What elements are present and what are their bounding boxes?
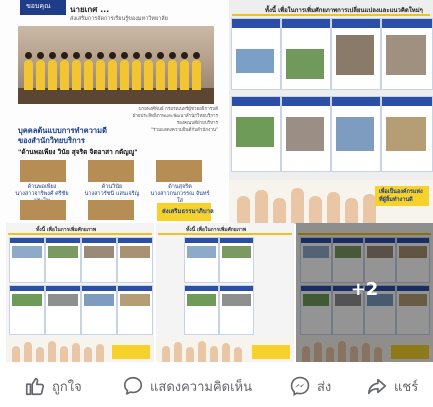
share-icon	[367, 378, 387, 395]
comment-label: แสดงความคิดเห็น	[150, 379, 253, 395]
award-caption-right: ด้านสุจริต นางสาวกนกวรรณ จันทร์ใส	[150, 184, 210, 204]
header-divider	[8, 233, 152, 235]
share-label: แชร์	[394, 379, 419, 395]
info-card	[184, 237, 219, 283]
thumbs-up-icon	[25, 377, 45, 396]
info-card	[117, 285, 153, 335]
info-card	[184, 285, 219, 335]
photo-tile-info-posters[interactable]: ทั้งนี้ เพื่อในการเพิ่มศักยภาพการเปลี่ยน…	[229, 0, 433, 224]
info-card	[81, 237, 117, 283]
info-card	[281, 96, 331, 172]
award-caption-mid: ด้านวินัย นางสาวรัชนี แสนเจริญ	[84, 184, 140, 197]
info-card	[331, 18, 381, 90]
info-card	[9, 237, 45, 283]
comment-icon	[123, 376, 143, 395]
send-button[interactable]: ส่ง	[289, 373, 331, 399]
info-card	[331, 96, 381, 172]
poster-values: "ด้านพอเพียง วินัย สุจริต จิตอาสา กตัญญู…	[18, 148, 138, 156]
info-card	[9, 285, 45, 335]
award-photo-left	[20, 160, 66, 182]
like-button[interactable]: ถูกใจ	[24, 373, 82, 399]
comment-button[interactable]: แสดงความคิดเห็น	[122, 373, 252, 399]
collage-note-box	[252, 345, 290, 359]
award-photo-mid	[88, 160, 134, 182]
info-card	[231, 96, 281, 172]
collage-note-text: เพื่อเป็นองค์กรแห่ง ที่ผู้ลิ้มทำงานดี	[379, 189, 423, 203]
info-card	[219, 237, 254, 283]
info-card	[117, 237, 153, 283]
desk-shape	[18, 88, 214, 104]
header-divider	[232, 14, 430, 16]
award-photo-right	[156, 160, 202, 182]
photo-collage: ขอบคุณ นายเกศ ... ส่งเสริมการจัดการเรียน…	[0, 0, 433, 362]
photo-tile-more[interactable]: +2	[296, 223, 433, 362]
more-photos-count[interactable]: +2	[296, 279, 433, 300]
share-button[interactable]: แชร์	[366, 373, 418, 399]
info-card	[45, 285, 81, 335]
like-label: ถูกใจ	[52, 379, 82, 395]
poster-title: บุคคลต้นแบบการทำความดี ของสำนักวิทยบริกา…	[18, 126, 107, 145]
collage-note-box	[112, 345, 150, 359]
award-photo-bottom-left	[20, 200, 66, 220]
poster-tag-text: ขอบคุณ	[26, 2, 51, 10]
info-card	[381, 18, 433, 90]
header-divider	[158, 233, 292, 235]
poster-caption: นายพงศ์พันธ์ กรมรณนทร์ผู้ช่วยอธิการบดี ฝ…	[132, 107, 218, 133]
messenger-icon	[290, 376, 310, 397]
post-action-bar: ถูกใจ แสดงความคิดเห็น ส่ง แชร์	[0, 368, 433, 407]
poster-note-text: ส่งเสริมธรรมาภิบาล	[162, 208, 214, 215]
group-photo	[18, 26, 214, 104]
info-card	[81, 285, 117, 335]
photo-tile-award-poster[interactable]: ขอบคุณ นายเกศ ... ส่งเสริมการจัดการเรียน…	[0, 0, 228, 224]
photo-tile-collage-4[interactable]: ทั้งนี้ เพื่อในการเพิ่มศักยภาพ	[156, 223, 294, 362]
photo-tile-collage-3[interactable]: ทั้งนี้ เพื่อในการเพิ่มศักยภาพ	[6, 223, 154, 362]
info-card	[231, 18, 281, 90]
info-card	[281, 18, 331, 90]
poster-subtitle: ส่งเสริมการจัดการเรียนรู้ของมหาวิทยาลัย	[70, 16, 168, 22]
info-card	[381, 96, 433, 172]
info-card	[219, 285, 254, 335]
award-photo-bottom-mid	[88, 200, 134, 220]
info-card	[45, 237, 81, 283]
send-label: ส่ง	[317, 379, 332, 395]
